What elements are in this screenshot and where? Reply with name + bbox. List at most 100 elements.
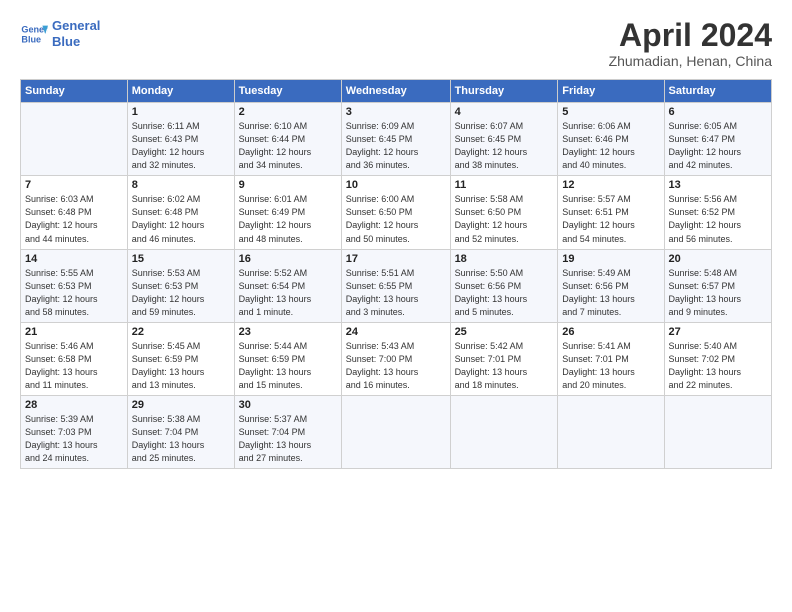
day-number: 8 bbox=[132, 179, 230, 191]
day-info: Sunrise: 6:07 AM Sunset: 6:45 PM Dayligh… bbox=[455, 120, 554, 172]
calendar-cell: 28Sunrise: 5:39 AM Sunset: 7:03 PM Dayli… bbox=[21, 395, 128, 468]
calendar-cell bbox=[558, 395, 664, 468]
day-info: Sunrise: 5:48 AM Sunset: 6:57 PM Dayligh… bbox=[669, 267, 767, 319]
day-number: 11 bbox=[455, 179, 554, 191]
calendar-cell: 26 Sunrise: 5:41 AM Sunset: 7:01 PM Dayli… bbox=[558, 322, 664, 395]
day-info: Sunrise: 5:58 AM Sunset: 6:50 PM Dayligh… bbox=[455, 193, 554, 245]
day-info: Sunrise: 5:49 AM Sunset: 6:56 PM Dayligh… bbox=[562, 267, 659, 319]
weekday-header-tuesday: Tuesday bbox=[234, 80, 341, 103]
location: Zhumadian, Henan, China bbox=[609, 53, 772, 69]
calendar-cell bbox=[664, 395, 771, 468]
calendar-cell: 2 Sunrise: 6:10 AM Sunset: 6:44 PM Daylig… bbox=[234, 103, 341, 176]
calendar-table: SundayMondayTuesdayWednesdayThursdayFrid… bbox=[20, 79, 772, 469]
calendar-cell: 14 Sunrise: 5:55 AM Sunset: 6:53 PM Dayli… bbox=[21, 249, 128, 322]
calendar-cell: 6 Sunrise: 6:05 AM Sunset: 6:47 PM Daylig… bbox=[664, 103, 771, 176]
day-info: Sunrise: 5:57 AM Sunset: 6:51 PM Dayligh… bbox=[562, 193, 659, 245]
day-number: 17 bbox=[346, 253, 446, 265]
calendar-cell: 3Sunrise: 6:09 AM Sunset: 6:45 PM Daylig… bbox=[341, 103, 450, 176]
logo-line2: Blue bbox=[52, 34, 100, 50]
calendar-cell: 13 Sunrise: 5:56 AM Sunset: 6:52 PM Dayli… bbox=[664, 176, 771, 249]
day-info: Sunrise: 5:46 AM Sunset: 6:58 PM Dayligh… bbox=[25, 340, 123, 392]
calendar-cell: 11 Sunrise: 5:58 AM Sunset: 6:50 PM Dayli… bbox=[450, 176, 558, 249]
calendar-cell: 25Sunrise: 5:42 AM Sunset: 7:01 PM Dayli… bbox=[450, 322, 558, 395]
day-info: Sunrise: 5:40 AM Sunset: 7:02 PM Dayligh… bbox=[669, 340, 767, 392]
day-number: 16 bbox=[239, 253, 337, 265]
calendar-cell: 27 Sunrise: 5:40 AM Sunset: 7:02 PM Dayli… bbox=[664, 322, 771, 395]
day-info: Sunrise: 5:52 AM Sunset: 6:54 PM Dayligh… bbox=[239, 267, 337, 319]
day-info: Sunrise: 5:50 AM Sunset: 6:56 PM Dayligh… bbox=[455, 267, 554, 319]
day-number: 14 bbox=[25, 253, 123, 265]
calendar-cell: 20 Sunrise: 5:48 AM Sunset: 6:57 PM Dayli… bbox=[664, 249, 771, 322]
calendar-cell: 24 Sunrise: 5:43 AM Sunset: 7:00 PM Dayli… bbox=[341, 322, 450, 395]
calendar-cell: 19 Sunrise: 5:49 AM Sunset: 6:56 PM Dayli… bbox=[558, 249, 664, 322]
month-title: April 2024 bbox=[609, 18, 772, 53]
day-info: Sunrise: 5:37 AM Sunset: 7:04 PM Dayligh… bbox=[239, 413, 337, 465]
day-number: 1 bbox=[132, 106, 230, 118]
calendar-cell bbox=[341, 395, 450, 468]
day-info: Sunrise: 5:56 AM Sunset: 6:52 PM Dayligh… bbox=[669, 193, 767, 245]
day-number: 26 bbox=[562, 326, 659, 338]
day-info: Sunrise: 5:53 AM Sunset: 6:53 PM Dayligh… bbox=[132, 267, 230, 319]
calendar-cell: 4 Sunrise: 6:07 AM Sunset: 6:45 PM Daylig… bbox=[450, 103, 558, 176]
calendar-cell: 12Sunrise: 5:57 AM Sunset: 6:51 PM Dayli… bbox=[558, 176, 664, 249]
logo: General Blue General Blue bbox=[20, 18, 100, 49]
day-info: Sunrise: 6:00 AM Sunset: 6:50 PM Dayligh… bbox=[346, 193, 446, 245]
weekday-header-saturday: Saturday bbox=[664, 80, 771, 103]
calendar-cell: 30Sunrise: 5:37 AM Sunset: 7:04 PM Dayli… bbox=[234, 395, 341, 468]
day-info: Sunrise: 5:45 AM Sunset: 6:59 PM Dayligh… bbox=[132, 340, 230, 392]
day-number: 5 bbox=[562, 106, 659, 118]
day-number: 15 bbox=[132, 253, 230, 265]
calendar-cell: 5 Sunrise: 6:06 AM Sunset: 6:46 PM Daylig… bbox=[558, 103, 664, 176]
day-info: Sunrise: 6:03 AM Sunset: 6:48 PM Dayligh… bbox=[25, 193, 123, 245]
calendar-cell: 21Sunrise: 5:46 AM Sunset: 6:58 PM Dayli… bbox=[21, 322, 128, 395]
title-block: April 2024 Zhumadian, Henan, China bbox=[609, 18, 772, 69]
day-info: Sunrise: 5:43 AM Sunset: 7:00 PM Dayligh… bbox=[346, 340, 446, 392]
day-number: 23 bbox=[239, 326, 337, 338]
calendar-cell: 1 Sunrise: 6:11 AM Sunset: 6:43 PM Daylig… bbox=[127, 103, 234, 176]
day-number: 7 bbox=[25, 179, 123, 191]
day-number: 22 bbox=[132, 326, 230, 338]
calendar-cell: 9Sunrise: 6:01 AM Sunset: 6:49 PM Daylig… bbox=[234, 176, 341, 249]
calendar-cell: 17 Sunrise: 5:51 AM Sunset: 6:55 PM Dayli… bbox=[341, 249, 450, 322]
day-info: Sunrise: 6:09 AM Sunset: 6:45 PM Dayligh… bbox=[346, 120, 446, 172]
day-number: 29 bbox=[132, 399, 230, 411]
day-info: Sunrise: 5:42 AM Sunset: 7:01 PM Dayligh… bbox=[455, 340, 554, 392]
calendar-cell: 23 Sunrise: 5:44 AM Sunset: 6:59 PM Dayli… bbox=[234, 322, 341, 395]
weekday-header-monday: Monday bbox=[127, 80, 234, 103]
weekday-header-thursday: Thursday bbox=[450, 80, 558, 103]
day-info: Sunrise: 6:02 AM Sunset: 6:48 PM Dayligh… bbox=[132, 193, 230, 245]
calendar-cell: 16 Sunrise: 5:52 AM Sunset: 6:54 PM Dayli… bbox=[234, 249, 341, 322]
weekday-header-friday: Friday bbox=[558, 80, 664, 103]
day-number: 19 bbox=[562, 253, 659, 265]
day-number: 24 bbox=[346, 326, 446, 338]
day-number: 9 bbox=[239, 179, 337, 191]
calendar-cell: 15 Sunrise: 5:53 AM Sunset: 6:53 PM Dayli… bbox=[127, 249, 234, 322]
logo-line1: General bbox=[52, 18, 100, 34]
day-number: 4 bbox=[455, 106, 554, 118]
day-number: 18 bbox=[455, 253, 554, 265]
day-number: 20 bbox=[669, 253, 767, 265]
day-info: Sunrise: 5:44 AM Sunset: 6:59 PM Dayligh… bbox=[239, 340, 337, 392]
day-number: 6 bbox=[669, 106, 767, 118]
day-number: 28 bbox=[25, 399, 123, 411]
day-info: Sunrise: 6:06 AM Sunset: 6:46 PM Dayligh… bbox=[562, 120, 659, 172]
day-info: Sunrise: 5:51 AM Sunset: 6:55 PM Dayligh… bbox=[346, 267, 446, 319]
calendar-cell: 29 Sunrise: 5:38 AM Sunset: 7:04 PM Dayli… bbox=[127, 395, 234, 468]
day-number: 13 bbox=[669, 179, 767, 191]
svg-text:Blue: Blue bbox=[21, 34, 41, 44]
calendar-cell: 18 Sunrise: 5:50 AM Sunset: 6:56 PM Dayli… bbox=[450, 249, 558, 322]
day-number: 2 bbox=[239, 106, 337, 118]
page-header: General Blue General Blue April 2024 Zhu… bbox=[20, 18, 772, 69]
calendar-cell bbox=[21, 103, 128, 176]
day-info: Sunrise: 6:10 AM Sunset: 6:44 PM Dayligh… bbox=[239, 120, 337, 172]
calendar-cell: 10 Sunrise: 6:00 AM Sunset: 6:50 PM Dayli… bbox=[341, 176, 450, 249]
day-info: Sunrise: 5:41 AM Sunset: 7:01 PM Dayligh… bbox=[562, 340, 659, 392]
day-info: Sunrise: 6:05 AM Sunset: 6:47 PM Dayligh… bbox=[669, 120, 767, 172]
calendar-cell: 22 Sunrise: 5:45 AM Sunset: 6:59 PM Dayli… bbox=[127, 322, 234, 395]
calendar-cell: 8 Sunrise: 6:02 AM Sunset: 6:48 PM Daylig… bbox=[127, 176, 234, 249]
day-info: Sunrise: 5:55 AM Sunset: 6:53 PM Dayligh… bbox=[25, 267, 123, 319]
day-info: Sunrise: 6:11 AM Sunset: 6:43 PM Dayligh… bbox=[132, 120, 230, 172]
day-number: 10 bbox=[346, 179, 446, 191]
day-number: 27 bbox=[669, 326, 767, 338]
day-info: Sunrise: 5:38 AM Sunset: 7:04 PM Dayligh… bbox=[132, 413, 230, 465]
